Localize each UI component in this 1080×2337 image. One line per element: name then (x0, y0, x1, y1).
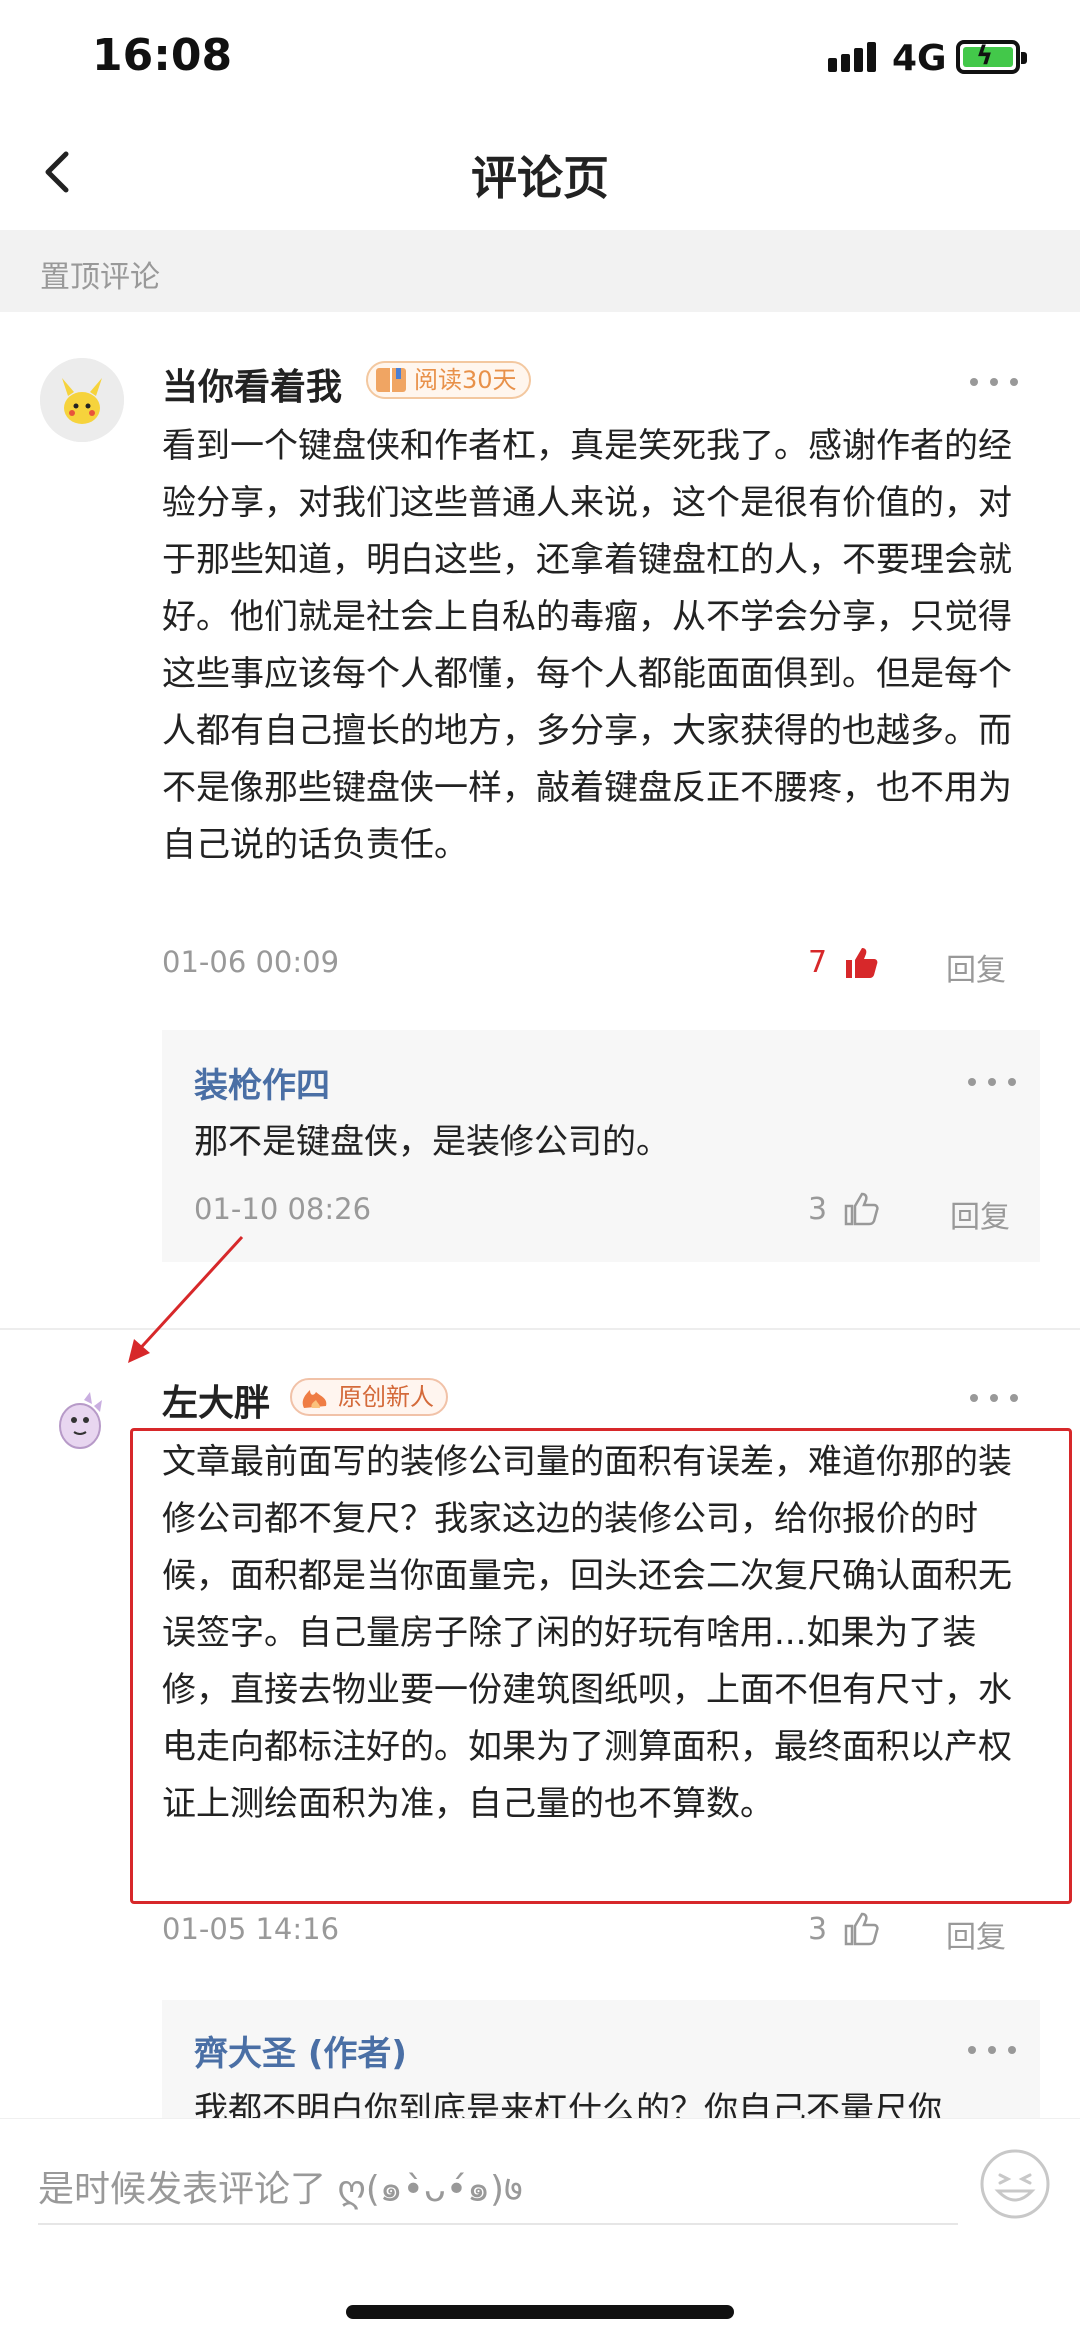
badge-label: 阅读30天 (414, 366, 517, 394)
avatar[interactable] (40, 358, 124, 442)
reply-thread: 装枪作四 那不是键盘侠，是装修公司的。 01-10 08:26 3 回复 (162, 1030, 1040, 1262)
reply-username[interactable]: 齊大圣 (作者) (194, 2026, 407, 2075)
section-label: 置顶评论 (40, 260, 160, 295)
like-count: 7 (808, 945, 828, 980)
like-count: 3 (808, 1192, 828, 1227)
reply-thread: 齊大圣 (作者) 我都不明白你到底是来杠什么的？你自己不量尺你 (162, 2000, 1040, 2118)
reply-button[interactable]: 回复 (950, 1192, 1010, 1236)
page-title: 评论页 (471, 151, 609, 205)
reply-date: 01-10 08:26 (194, 1192, 372, 1226)
annotation-arrow-icon (128, 1235, 244, 1363)
reply-username[interactable]: 装枪作四 (194, 1058, 330, 1107)
flame-icon (302, 1390, 327, 1408)
comment-username[interactable]: 左大胖 (162, 1374, 270, 1426)
reply-text: 我都不明白你到底是来杠什么的？你自己不量尺你 (194, 2090, 942, 2118)
status-time: 16:08 (92, 30, 233, 81)
pinned-comments-header: 置顶评论 (0, 230, 1080, 312)
input-underline (38, 2223, 958, 2225)
emoji-icon[interactable] (978, 2147, 1052, 2221)
thumbs-up-icon[interactable] (842, 1910, 880, 1948)
creator-badge: 原创新人 (290, 1378, 448, 1416)
network-type: 4G (892, 38, 947, 79)
comment-date: 01-06 00:09 (162, 945, 340, 979)
battery-icon: ϟ (956, 40, 1027, 74)
comment-input-bar (0, 2118, 1080, 2337)
more-options-icon[interactable] (964, 1066, 1024, 1096)
badge-label: 原创新人 (338, 1383, 434, 1411)
reading-badge: 阅读30天 (366, 361, 531, 399)
reply-button[interactable]: 回复 (946, 945, 1006, 989)
comment-username[interactable]: 当你看着我 (162, 358, 342, 410)
thumbs-up-icon[interactable] (842, 944, 880, 982)
status-bar: 16:08 4G ϟ (0, 0, 1080, 120)
reply-text: 那不是键盘侠，是装修公司的。 (194, 1122, 670, 1162)
comment-date: 01-05 14:16 (162, 1912, 340, 1946)
highlight-box (130, 1428, 1072, 1904)
like-count: 3 (808, 1912, 828, 1947)
avatar[interactable] (40, 1378, 124, 1462)
thumbs-up-icon[interactable] (842, 1190, 880, 1228)
navigation-bar: 评论页 (0, 120, 1080, 230)
signal-icon (828, 40, 888, 72)
home-indicator (346, 2305, 734, 2319)
comment-text: 看到一个键盘侠和作者杠，真是笑死我了。感谢作者的经验分享，对我们这些普通人来说，… (162, 426, 1012, 865)
more-options-icon[interactable] (964, 2034, 1024, 2064)
book-icon (376, 368, 406, 392)
reply-button[interactable]: 回复 (946, 1912, 1006, 1956)
more-options-icon[interactable] (966, 366, 1026, 396)
comment-input[interactable] (38, 2159, 958, 2219)
more-options-icon[interactable] (966, 1382, 1026, 1412)
